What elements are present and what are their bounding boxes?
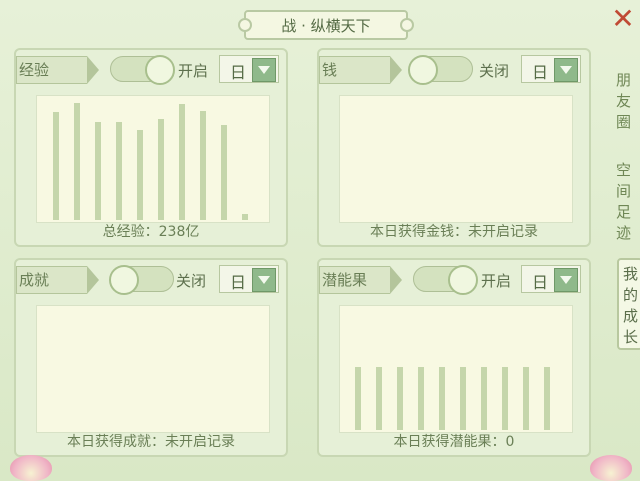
chevron-down-icon[interactable] (554, 268, 578, 292)
potential-toggle-label: 开启 (481, 272, 512, 290)
panel-money: 钱 关闭 日 本日获得金钱：未开启记录 (317, 48, 591, 247)
panel-potential-label: 潜能果 (319, 266, 402, 294)
side-tab-growth-label: 我的成长 (623, 265, 639, 346)
achievement-footer: 本日获得成就：未开启记录 (67, 434, 235, 450)
bar-6 (460, 367, 466, 430)
bar-7 (481, 367, 487, 430)
panel-experience-label: 经验 (16, 56, 99, 84)
bar-5 (137, 130, 143, 220)
potential-bar-chart (355, 367, 550, 430)
bar-2 (74, 103, 80, 220)
window-title: 战 · 纵横天下 (238, 10, 414, 40)
chevron-down-icon[interactable] (252, 58, 276, 82)
experience-toggle-label: 开启 (178, 62, 209, 80)
period-value: 日 (230, 63, 247, 82)
bar-8 (200, 111, 206, 220)
toggle-knob (408, 55, 438, 85)
bar-9 (221, 125, 227, 220)
achievement-toggle-label: 关闭 (176, 272, 207, 290)
bar-8 (502, 367, 508, 430)
potential-footer: 本日获得潜能果：0 (393, 434, 515, 450)
flower-decoration-icon (10, 455, 52, 481)
bar-10 (242, 214, 248, 220)
close-icon[interactable]: ✕ (610, 5, 636, 33)
potential-toggle[interactable] (413, 265, 478, 295)
bar-1 (355, 367, 361, 430)
experience-toggle[interactable] (110, 55, 175, 85)
panel-achievement-label: 成就 (16, 266, 99, 294)
bar-4 (418, 367, 424, 430)
panel-achievement: 成就 关闭 日 本日获得成就：未开启记录 (14, 258, 288, 457)
experience-chart (36, 95, 270, 223)
period-value: 日 (532, 273, 549, 292)
main-window: 战 · 纵横天下 ✕ 经验 开启 日 总经验：238亿 钱 关闭 日 本日获得金… (0, 0, 640, 481)
bar-9 (523, 367, 529, 430)
experience-period-select[interactable]: 日 (219, 55, 279, 83)
potential-period-select[interactable]: 日 (521, 265, 581, 293)
bar-7 (179, 104, 185, 220)
achievement-period-select[interactable]: 日 (219, 265, 279, 293)
toggle-knob (448, 265, 478, 295)
chevron-down-icon[interactable] (252, 268, 276, 292)
bar-1 (53, 112, 59, 220)
achievement-toggle[interactable] (109, 265, 174, 295)
bar-3 (397, 367, 403, 430)
period-value: 日 (532, 63, 549, 82)
bar-10 (544, 367, 550, 430)
panel-money-label: 钱 (319, 56, 402, 84)
period-value: 日 (230, 273, 247, 292)
side-tab-footprints[interactable]: 空间足迹 (616, 160, 638, 244)
money-chart (339, 95, 573, 223)
bar-2 (376, 367, 382, 430)
toggle-knob (109, 265, 139, 295)
bar-5 (439, 367, 445, 430)
panel-potential: 潜能果 开启 日 本日获得潜能果：0 (317, 258, 591, 457)
money-toggle[interactable] (408, 55, 473, 85)
bar-4 (116, 122, 122, 220)
panel-experience: 经验 开启 日 总经验：238亿 (14, 48, 288, 247)
bar-3 (95, 122, 101, 220)
side-tab-growth[interactable]: 我的成长 (617, 258, 640, 350)
side-tab-friends[interactable]: 朋友圈 (616, 70, 638, 133)
money-period-select[interactable]: 日 (521, 55, 581, 83)
toggle-knob (145, 55, 175, 85)
money-toggle-label: 关闭 (479, 62, 510, 80)
chevron-down-icon[interactable] (554, 58, 578, 82)
potential-chart (339, 305, 573, 433)
achievement-chart (36, 305, 270, 433)
flower-decoration-icon (590, 455, 632, 481)
experience-bar-chart (53, 103, 248, 220)
bar-6 (158, 119, 164, 220)
money-footer: 本日获得金钱：未开启记录 (370, 224, 538, 240)
experience-footer: 总经验：238亿 (102, 224, 200, 240)
